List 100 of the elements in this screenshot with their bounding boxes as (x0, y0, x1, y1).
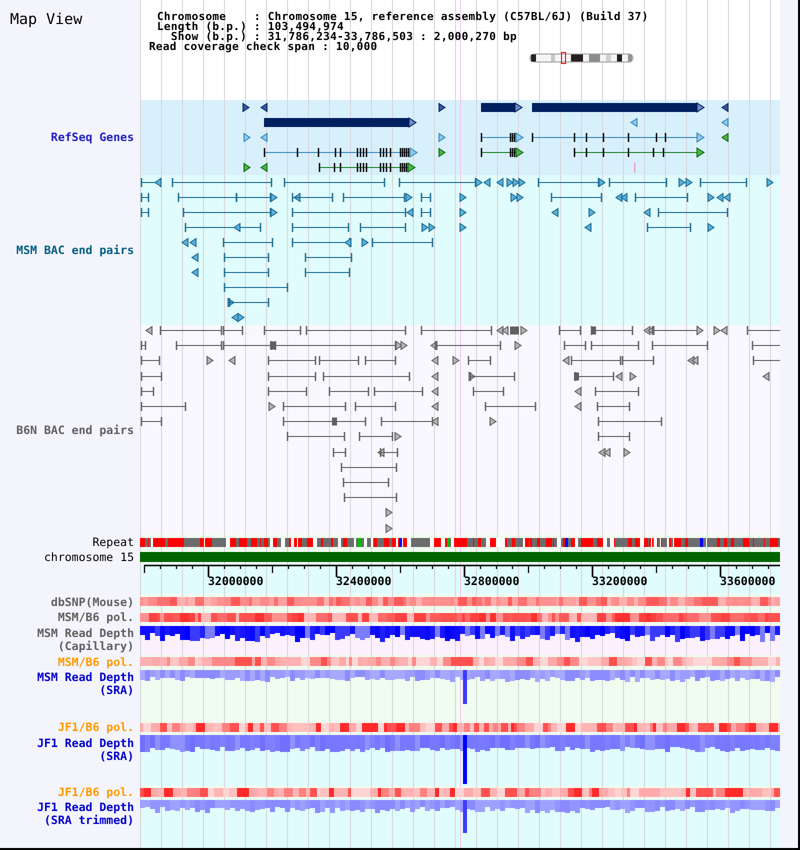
triangle-marker-icon (574, 402, 582, 412)
bac-end-pair (318, 356, 360, 365)
gene-feature (481, 102, 523, 113)
triangle-marker-icon (598, 178, 606, 188)
track-label: B6N BAC end pairs (16, 424, 134, 436)
bac-end-pair (372, 238, 434, 247)
triangle-marker-icon (584, 222, 592, 232)
bac-end-pair (342, 478, 390, 487)
triangle-marker-icon (588, 208, 596, 218)
triangle-marker-icon (520, 326, 528, 336)
triangle-marker-icon (708, 222, 715, 232)
track-label: JF1/B6 pol. (58, 721, 134, 734)
bac-end-pair (360, 223, 406, 232)
bac-end-pair (700, 178, 748, 187)
triangle-marker-icon (431, 356, 438, 366)
track-label: MSM Read Depth (Capillary) (36, 627, 134, 653)
triangle-marker-icon (406, 192, 413, 202)
triangle-marker-icon (438, 102, 446, 112)
triangle-marker-icon (643, 208, 650, 218)
bac-end-pair (344, 493, 398, 502)
bac-end-pair (268, 372, 316, 381)
bac-end-pair (598, 432, 630, 441)
bac-end-pair (484, 402, 536, 411)
bac-end-pair (292, 193, 334, 202)
bac-end-pair (224, 268, 270, 277)
gene-model (480, 147, 524, 158)
gene-model (480, 132, 524, 143)
coverage-spike-bar (463, 800, 467, 833)
bac-end-pair (140, 372, 162, 381)
bac-end-pair (564, 341, 586, 350)
triangle-marker-icon (562, 356, 570, 366)
bac-end-pair (140, 341, 146, 350)
triangle-marker-icon (228, 298, 235, 308)
coverage-spike-bar (463, 735, 467, 784)
bac-end-pair (222, 238, 274, 247)
bac-end-pair (420, 193, 432, 202)
bac-end-pair (342, 193, 406, 202)
bac-end-pair (264, 326, 302, 335)
ruler-label: 32000000 (208, 574, 264, 588)
bac-end-pair (590, 326, 634, 335)
bac-end-pair (374, 387, 424, 396)
triangle-marker-icon (362, 238, 369, 248)
bac-end-pair (746, 326, 780, 335)
triangle-marker-icon (242, 102, 250, 112)
bac-end-pair (304, 268, 350, 277)
bac-end-pair (228, 298, 270, 307)
track-label: MSM/B6 pol. (58, 656, 134, 668)
triangle-marker-icon (260, 102, 268, 112)
triangle-marker-icon (762, 372, 770, 382)
bac-end-pair (594, 387, 640, 396)
coverage-spike-bar (463, 670, 467, 704)
bac-end-pair (598, 417, 662, 426)
triangle-marker-icon (154, 178, 162, 188)
bac-end-pair (550, 193, 602, 202)
bac-end-pair (224, 283, 288, 292)
bac-end-pair (752, 356, 780, 365)
triangle-marker-icon (696, 326, 704, 336)
triangle-marker-icon (228, 356, 236, 366)
triangle-marker-icon (514, 340, 522, 350)
track-label: Repeat (92, 536, 134, 549)
triangle-marker-icon (630, 372, 637, 382)
triangle-marker-icon (496, 178, 504, 188)
triangle-marker-icon (615, 372, 622, 382)
triangle-marker-icon (344, 238, 352, 248)
triangle-marker-icon (452, 356, 460, 366)
triangle-marker-icon (377, 448, 384, 458)
triangle-marker-icon (293, 192, 300, 202)
bac-end-pair (304, 253, 352, 262)
triangle-marker-icon (551, 208, 558, 218)
bac-end-pair (140, 208, 150, 217)
triangle-marker-icon (206, 356, 214, 366)
triangle-marker-icon (438, 132, 446, 142)
bac-end-pair (140, 402, 186, 411)
triangle-marker-icon (431, 372, 438, 382)
triangle-marker-icon (460, 192, 467, 202)
bac-end-pair (286, 432, 346, 441)
bac-end-pair (292, 223, 350, 232)
triangle-marker-icon (460, 208, 467, 218)
region-info-line: Show (b.p.) : 31,786,234-33,786,503 : 2,000,270 bp (170, 32, 517, 42)
bac-end-pair (282, 402, 346, 411)
bac-end-pair (380, 448, 398, 457)
region-info-line: Chromosome : Chromosome 15, reference assembly (C57BL/6J) (Build 37) (157, 12, 649, 22)
triangle-marker-icon (386, 524, 393, 534)
ruler-label: 33200000 (592, 574, 648, 588)
bac-end-pair (140, 356, 160, 365)
bac-end-pair (752, 341, 780, 350)
track-label: RefSeq Genes (50, 131, 134, 144)
bac-end-pair (380, 417, 434, 426)
track-label: JF1 Read Depth (SRA trimmed) (36, 801, 134, 827)
bac-end-pair (140, 193, 150, 202)
bac-end-pair (652, 341, 708, 350)
bac-end-pair (354, 402, 396, 411)
triangle-marker-icon (145, 326, 152, 336)
triangle-marker-icon (624, 448, 631, 458)
bac-end-pair (590, 341, 640, 350)
triangle-marker-icon (721, 132, 728, 142)
triangle-marker-icon (468, 372, 476, 382)
triangle-marker-icon (438, 148, 446, 158)
bac-end-pair (608, 178, 668, 187)
bac-end-pair (140, 387, 154, 396)
